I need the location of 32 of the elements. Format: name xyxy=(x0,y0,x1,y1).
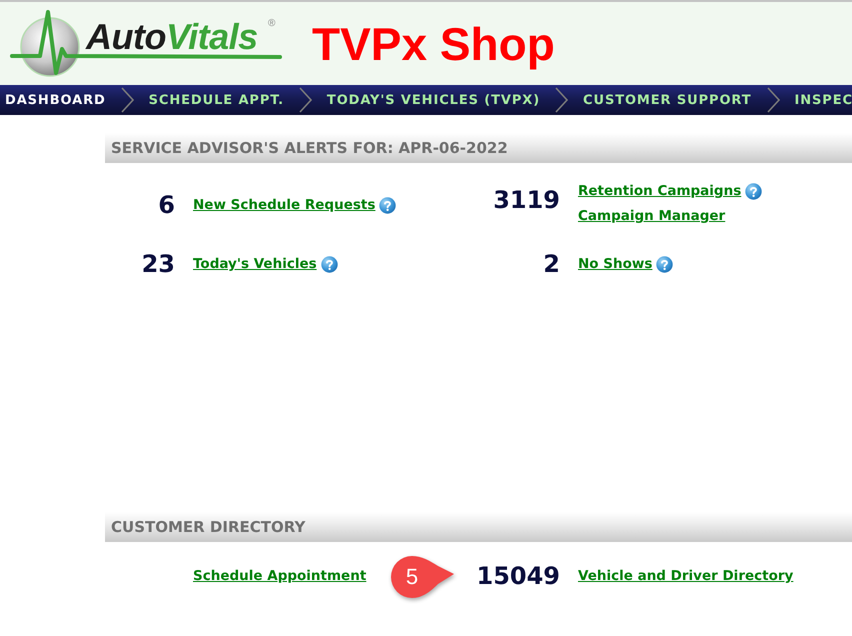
panel-header: CUSTOMER DIRECTORY xyxy=(105,512,852,542)
nav-tab[interactable]: CUSTOMER SUPPORT xyxy=(583,92,752,108)
logo-wordmark: AutoVitals xyxy=(86,16,258,56)
alert-link[interactable]: Retention Campaigns xyxy=(578,183,742,199)
alert-count: 6 xyxy=(157,190,176,221)
nav-tab[interactable]: SCHEDULE APPT. xyxy=(148,92,284,108)
nav-tab[interactable]: TODAY'S VEHICLES (TVPX) xyxy=(326,92,540,108)
chevron-icon xyxy=(298,87,312,113)
alert-count: 15049 xyxy=(476,561,561,592)
help-icon[interactable] xyxy=(320,256,338,272)
alert-count: 3119 xyxy=(492,185,561,216)
heartbeat-logo-icon xyxy=(10,8,282,78)
panel-header: SERVICE ADVISOR'S ALERTS FOR: APR-06-2022 xyxy=(105,133,852,163)
alert-count: 23 xyxy=(140,249,176,280)
help-icon[interactable] xyxy=(745,182,762,200)
chevron-icon xyxy=(555,87,568,113)
alert-link[interactable]: Campaign Manager xyxy=(578,208,726,224)
registered-mark: ® xyxy=(268,18,276,28)
help-icon[interactable] xyxy=(379,196,396,214)
step-callout: 5 xyxy=(388,555,456,599)
alert-link[interactable]: Vehicle and Driver Directory xyxy=(578,568,794,584)
help-icon[interactable] xyxy=(656,256,674,272)
alert-link[interactable]: Today's Vehicles xyxy=(193,256,317,272)
shop-name: TVPx Shop xyxy=(312,18,555,70)
chevron-icon xyxy=(120,87,134,113)
alert-count: 2 xyxy=(542,249,561,280)
nav-tab[interactable]: DASHBOARD xyxy=(5,92,106,108)
alert-link[interactable]: No Shows xyxy=(578,256,652,272)
alert-link[interactable]: New Schedule Requests xyxy=(193,197,376,213)
alert-link[interactable]: Schedule Appointment xyxy=(193,568,366,584)
nav-tab[interactable]: INSPEC xyxy=(794,92,852,108)
chevron-icon xyxy=(766,87,780,113)
